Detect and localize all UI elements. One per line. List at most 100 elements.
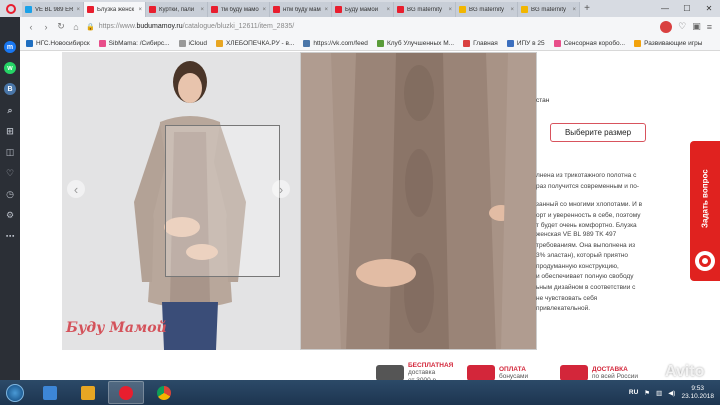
- tab-favicon-icon: [149, 6, 156, 13]
- browser-tab[interactable]: Буду мамой ×: [332, 2, 394, 17]
- zoomed-blouse-illustration: [301, 53, 536, 349]
- minimize-icon[interactable]: —: [654, 4, 676, 13]
- select-size-button[interactable]: Выберите размер: [550, 123, 646, 142]
- clock[interactable]: 9:53 23.10.2018: [681, 385, 714, 401]
- forward-icon[interactable]: ›: [41, 22, 51, 32]
- network-icon[interactable]: ▥: [656, 389, 662, 397]
- promo-icon: [376, 365, 404, 380]
- tab-close-icon[interactable]: ×: [200, 7, 204, 13]
- whatsapp-icon[interactable]: w: [4, 62, 16, 74]
- tab-close-icon[interactable]: ×: [448, 7, 452, 13]
- back-icon[interactable]: ‹: [26, 22, 36, 32]
- volume-icon[interactable]: ◀): [668, 389, 675, 397]
- taskbar-opera-icon[interactable]: [108, 381, 144, 404]
- browser-tab[interactable]: BG maternity ×: [456, 2, 518, 17]
- maximize-icon[interactable]: ☐: [676, 4, 698, 13]
- bookmark-item[interactable]: ХЛЕБОПЕЧКА.РУ - в...: [215, 39, 294, 47]
- bookmark-item[interactable]: Развивающие игры: [634, 39, 703, 47]
- more-icon[interactable]: ⋯: [4, 230, 16, 242]
- bookmark-label: Развивающие игры: [644, 39, 703, 47]
- bookmark-item[interactable]: iCloud: [178, 39, 207, 47]
- tab-favicon-icon: [211, 6, 218, 13]
- system-tray: RU ⚑ ▥ ◀) 9:53 23.10.2018: [629, 385, 720, 401]
- tab-title: Куртки, пали: [159, 6, 195, 13]
- bookmark-item[interactable]: Главная: [463, 39, 498, 47]
- clock-time: 9:53: [691, 384, 705, 392]
- bookmark-item[interactable]: https://vk.com/feed: [303, 39, 368, 47]
- browser-tab[interactable]: тм буду мамо ×: [208, 2, 270, 17]
- bookmarks-icon[interactable]: ♡: [4, 167, 16, 179]
- bookmark-favicon-icon: [303, 39, 311, 47]
- tab-close-icon[interactable]: ×: [572, 7, 576, 13]
- bookmark-favicon-icon: [553, 39, 561, 47]
- bookmark-item[interactable]: Клуб Улучшенных М...: [376, 39, 454, 47]
- tab-title: BG maternity: [531, 6, 567, 13]
- browser-tab[interactable]: BG maternity ×: [394, 2, 456, 17]
- bookmark-item[interactable]: ИПУ в 25: [506, 39, 545, 47]
- bookmarks-bar: НГС.Новосибирск SibMama: /Сибирс... iCloud…: [0, 36, 720, 51]
- tab-close-icon[interactable]: ×: [76, 7, 80, 13]
- url-path: /catalogue/bluzki_12611/item_2835/: [182, 23, 295, 30]
- tab-close-icon[interactable]: ×: [138, 7, 142, 13]
- description-line: т будет очень комфортно. Блузка женская …: [536, 222, 637, 238]
- search-icon[interactable]: ⌕: [4, 104, 16, 116]
- description-line: раз получится современным и по-: [536, 182, 640, 190]
- opera-menu-icon[interactable]: [0, 0, 22, 17]
- ask-question-widget[interactable]: Задать вопрос: [690, 141, 720, 281]
- browser-tab[interactable]: VE BL 989 ER ×: [22, 2, 84, 17]
- clock-date: 23.10.2018: [681, 392, 714, 400]
- browser-tab[interactable]: Куртки, пали ×: [146, 2, 208, 17]
- lock-icon: 🔒: [86, 23, 95, 31]
- bookmark-item[interactable]: Сенсорная коробо...: [553, 39, 625, 47]
- bookmark-item[interactable]: НГС.Новосибирск: [26, 39, 90, 47]
- reload-icon[interactable]: ↻: [56, 21, 66, 32]
- url-host: budumamoy.ru: [136, 23, 183, 30]
- promo-title: Оплата: [499, 365, 526, 373]
- tab-favicon-icon: [87, 6, 94, 13]
- messenger-icon[interactable]: m: [4, 41, 16, 53]
- taskbar-explorer-icon[interactable]: [32, 381, 68, 404]
- zoom-lens[interactable]: [165, 125, 280, 277]
- browser-tab[interactable]: нтм буду мам ×: [270, 2, 332, 17]
- bookmark-label: ИПУ в 25: [516, 39, 545, 47]
- close-window-icon[interactable]: ✕: [698, 4, 720, 13]
- camera-icon[interactable]: ▣: [692, 21, 701, 32]
- swirl-logo-icon: [695, 251, 715, 271]
- extension-badge-icon[interactable]: [660, 20, 673, 33]
- start-button[interactable]: [0, 380, 30, 405]
- flag-icon[interactable]: ⚑: [644, 389, 650, 397]
- promo-badge[interactable]: Оплата бонусами: [467, 362, 528, 380]
- description-label: стан: [536, 97, 550, 104]
- browser-tab[interactable]: Блузка женск ×: [84, 2, 146, 17]
- new-tab-button[interactable]: +: [580, 3, 594, 14]
- browser-tab-bar: VE BL 989 ER × Блузка женск × Куртки, пали × т…: [0, 0, 720, 17]
- promo-subtitle: бонусами: [499, 373, 529, 380]
- vk-icon[interactable]: B: [4, 83, 16, 95]
- tab-title: BG maternity: [469, 6, 505, 13]
- menu-icon[interactable]: ≡: [707, 22, 712, 32]
- tab-close-icon[interactable]: ×: [324, 7, 328, 13]
- gallery-prev-icon[interactable]: ‹: [67, 180, 85, 198]
- tab-close-icon[interactable]: ×: [262, 7, 266, 13]
- home-icon[interactable]: ⌂: [71, 22, 81, 32]
- product-photo-main[interactable]: ‹ ›: [62, 52, 317, 350]
- description-line: привлекательной.: [536, 305, 591, 313]
- settings-icon[interactable]: ⚙: [4, 209, 16, 221]
- taskbar-chrome-icon[interactable]: [146, 381, 182, 404]
- tab-close-icon[interactable]: ×: [386, 7, 390, 13]
- taskbar-media-icon[interactable]: [70, 381, 106, 404]
- promo-badge[interactable]: Бесплатнаядоставкаот 3000 р.: [376, 362, 453, 380]
- description-line: продуманную конструкцию,: [536, 262, 619, 270]
- gallery-next-icon[interactable]: ›: [272, 180, 290, 198]
- bookmark-item[interactable]: SibMama: /Сибирс...: [98, 39, 170, 47]
- clock-icon[interactable]: ◷: [4, 188, 16, 200]
- speed-dial-icon[interactable]: ⊞: [4, 125, 16, 137]
- heart-icon[interactable]: ♡: [678, 21, 686, 32]
- browser-tab[interactable]: BG maternity ×: [518, 2, 580, 17]
- tab-close-icon[interactable]: ×: [510, 7, 514, 13]
- language-indicator[interactable]: RU: [629, 389, 638, 396]
- url-field[interactable]: 🔒 https://www.budumamoy.ru/catalogue/blu…: [86, 20, 655, 33]
- opera-sidebar: m w B ⌕ ⊞ ◫ ♡ ◷ ⚙ ⋯: [0, 17, 20, 380]
- snapshot-icon[interactable]: ◫: [4, 146, 16, 158]
- promo-badge[interactable]: Доставка по всей России: [560, 362, 638, 380]
